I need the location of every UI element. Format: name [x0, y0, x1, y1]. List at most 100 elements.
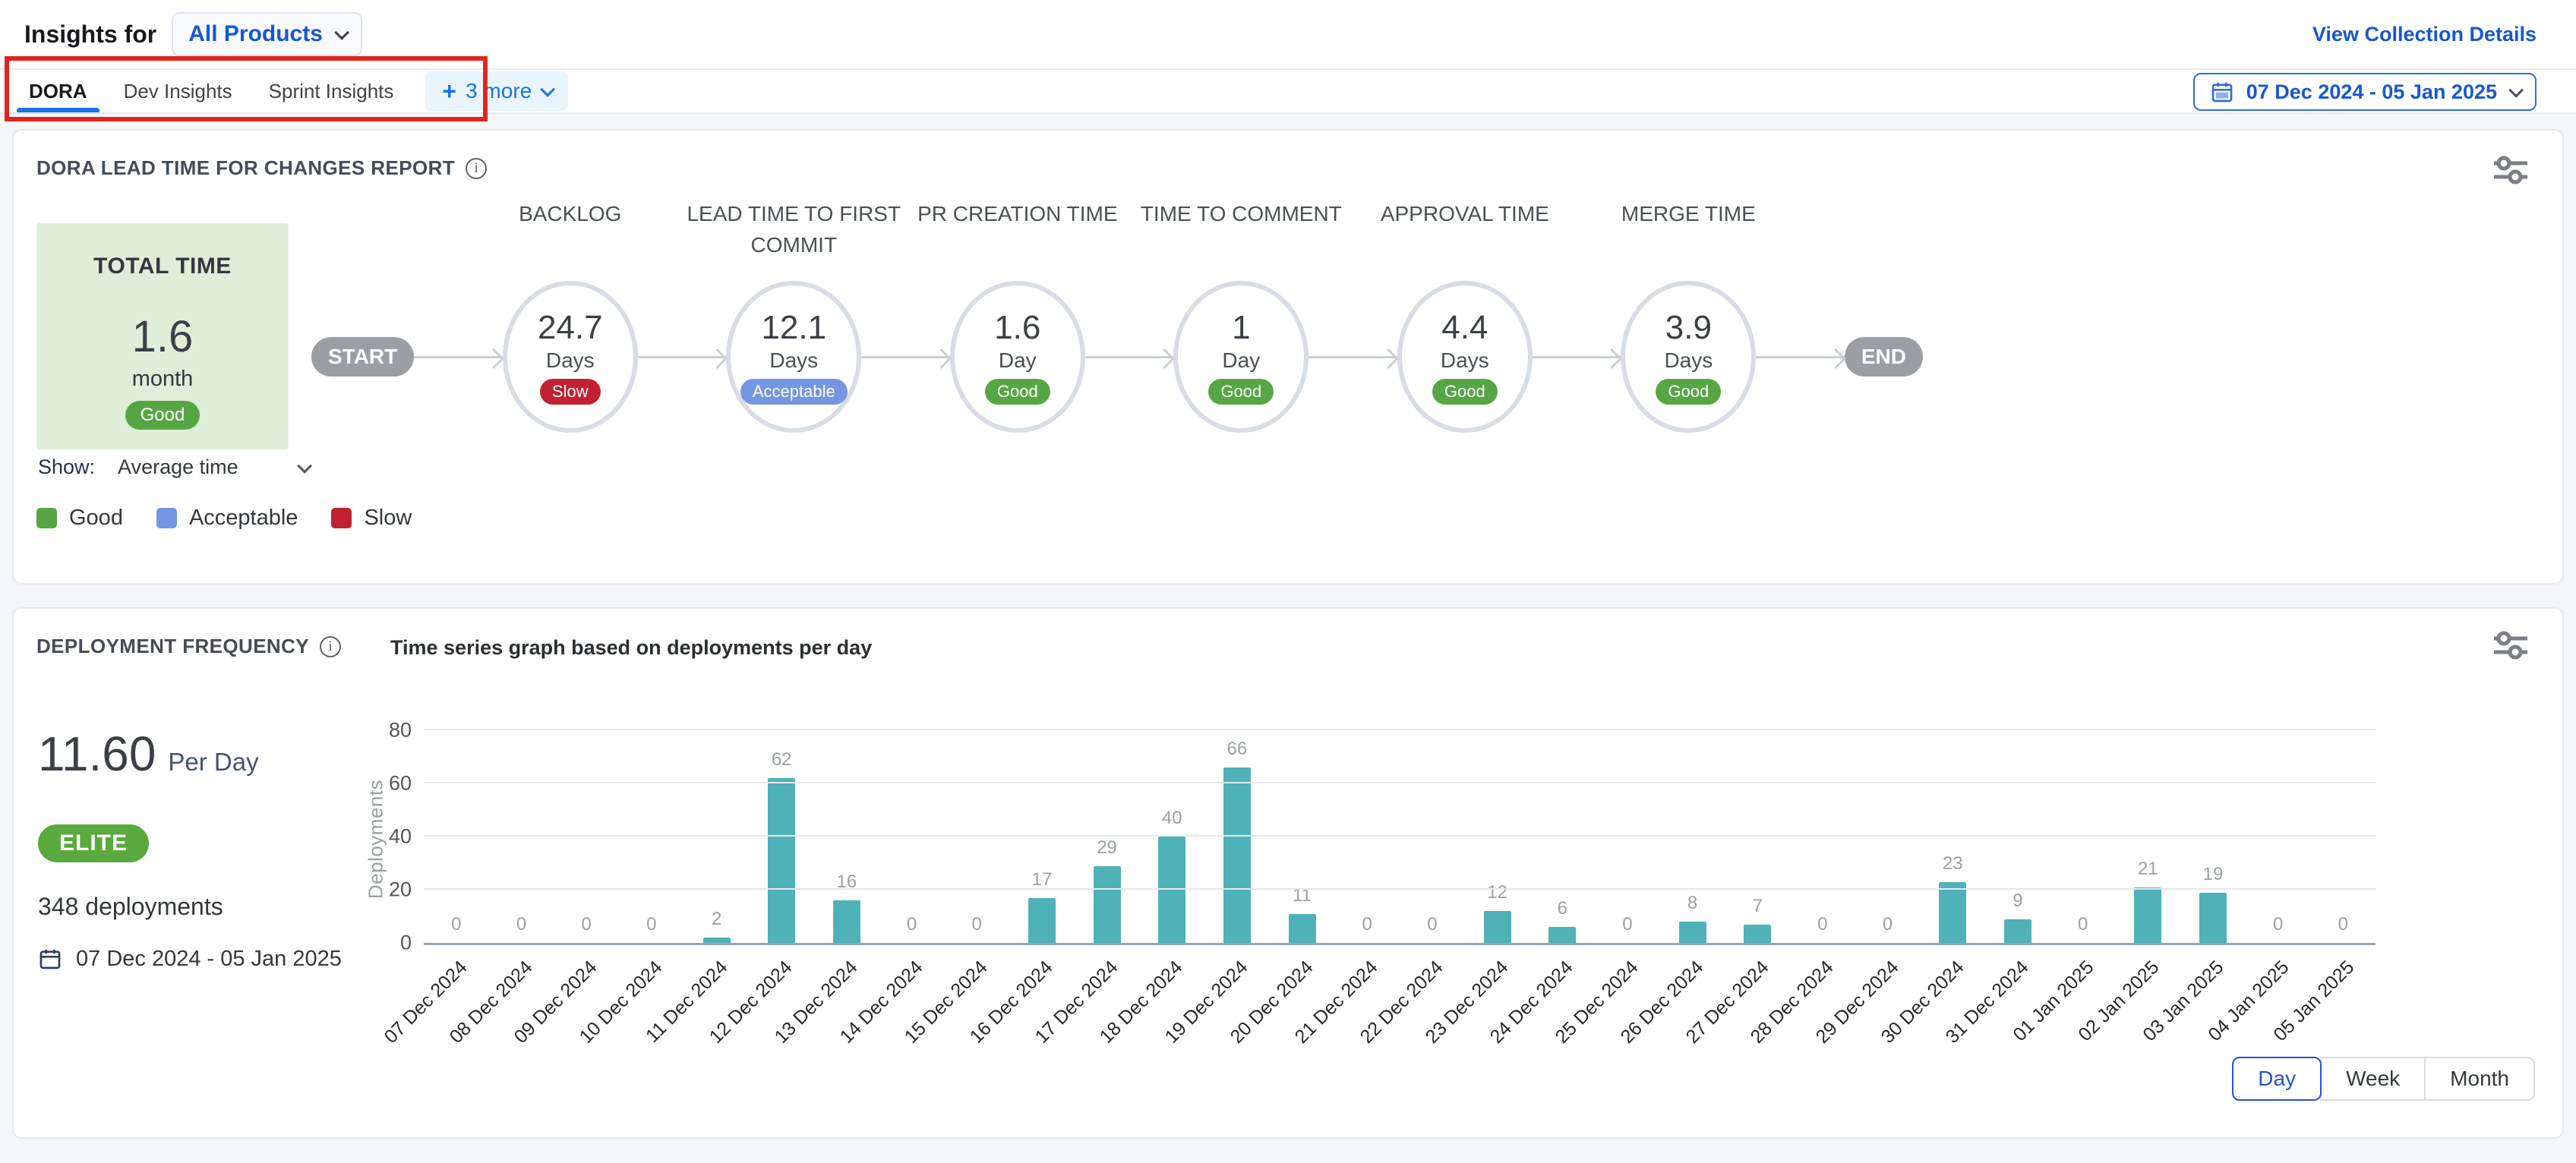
tabs-more-label: 3 more	[466, 79, 532, 103]
granularity-toggle: DayWeekMonth	[2232, 1057, 2535, 1101]
bar	[1484, 911, 1511, 943]
bar-value-label: 12	[1487, 882, 1507, 903]
bar-slot: 1120 Dec 2024	[1270, 733, 1335, 943]
stage-circle: 12.1DaysAcceptable	[726, 281, 861, 433]
bar-value-label: 23	[1943, 853, 1963, 875]
bar-slot: 2330 Dec 2024	[1920, 733, 1985, 943]
stage-unit: Day	[1222, 348, 1260, 373]
y-axis-title: Deployments	[365, 763, 388, 915]
bar-slot: 826 Dec 2024	[1660, 733, 1725, 943]
gridline	[424, 782, 2376, 783]
chart-settings-icon[interactable]	[2491, 153, 2530, 187]
bar	[1028, 898, 1056, 944]
flow-start-pill: START	[311, 337, 414, 377]
bar-value-label: 6	[1558, 898, 1567, 919]
page-title: Insights for	[24, 20, 156, 49]
flow-stage-pr-creation-time: PR CREATION TIME1.6DayGood	[950, 281, 1085, 433]
total-time-value: 1.6	[132, 311, 194, 362]
y-axis-tick: 0	[400, 931, 412, 955]
deployment-title: DEPLOYMENT FREQUENCY	[36, 635, 309, 658]
gridline	[424, 835, 2376, 837]
view-collection-details-link[interactable]: View Collection Details	[2312, 23, 2537, 46]
bar-slot: 007 Dec 2024	[424, 733, 489, 943]
bar-value-label: 0	[581, 914, 591, 935]
bar-slot: 021 Dec 2024	[1334, 733, 1400, 943]
y-axis-tick: 40	[389, 825, 412, 849]
flow-arrow	[1309, 356, 1397, 358]
tab-sprint-insights[interactable]: Sprint Insights	[251, 70, 412, 112]
bar	[2199, 893, 2227, 944]
deployments-bar-chart: Deployments 007 Dec 2024008 Dec 2024009 …	[424, 733, 2376, 945]
stage-value: 1	[1232, 309, 1250, 347]
flow-stage-time-to-comment: TIME TO COMMENT1DayGood	[1173, 281, 1309, 433]
bar-slot: 001 Jan 2025	[2050, 733, 2116, 943]
flow-stage-lead-time-to-first-commit: LEAD TIME TO FIRST COMMIT12.1DaysAccepta…	[726, 281, 861, 433]
chevron-down-icon	[334, 25, 349, 40]
product-selector[interactable]: All Products	[172, 12, 362, 56]
legend-item-acceptable: Acceptable	[156, 506, 298, 531]
bar-value-label: 66	[1227, 739, 1248, 760]
deployment-count: 348 deployments	[38, 893, 223, 921]
bar-slot: 010 Dec 2024	[619, 733, 684, 943]
stage-value: 12.1	[761, 309, 826, 347]
legend-label: Good	[69, 506, 123, 531]
total-time-unit: month	[132, 367, 194, 392]
flow-arrow	[1533, 356, 1621, 358]
flow-arrow	[1085, 356, 1174, 358]
bar-value-label: 0	[972, 914, 982, 935]
granularity-day-button[interactable]: Day	[2232, 1057, 2322, 1101]
flow-end-pill: END	[1845, 337, 1923, 377]
bar-slot: 6619 Dec 2024	[1204, 733, 1270, 943]
y-axis-tick: 60	[389, 772, 412, 796]
tab-dev-insights[interactable]: Dev Insights	[106, 70, 251, 112]
stage-value: 4.4	[1441, 309, 1488, 347]
bar	[1939, 882, 1966, 944]
info-icon[interactable]: i	[320, 636, 341, 657]
bar-value-label: 17	[1032, 869, 1053, 890]
flow-stage-merge-time: MERGE TIME3.9DaysGood	[1621, 281, 1756, 433]
total-time-label: TOTAL TIME	[93, 254, 232, 279]
total-time-status-badge: Good	[125, 401, 200, 430]
tab-dora[interactable]: DORA	[11, 70, 106, 112]
bar	[703, 938, 731, 943]
info-icon[interactable]: i	[466, 158, 487, 179]
stage-circle: 1.6DayGood	[950, 281, 1085, 433]
lead-time-card: DORA LEAD TIME FOR CHANGES REPORT i TOTA…	[12, 129, 2564, 585]
insights-page: Insights for All Products View Collectio…	[0, 0, 2576, 1163]
bar-slot: 014 Dec 2024	[879, 733, 945, 943]
bar-value-label: 0	[516, 914, 526, 935]
product-selector-label: All Products	[188, 21, 323, 47]
bar-value-label: 0	[2338, 914, 2348, 935]
bar-value-label: 7	[1753, 896, 1763, 917]
bar-slot: 022 Dec 2024	[1400, 733, 1465, 943]
bar	[1744, 925, 1771, 944]
bar-value-label: 0	[2273, 914, 2283, 935]
stage-unit: Days	[546, 348, 595, 373]
granularity-month-button[interactable]: Month	[2424, 1057, 2535, 1101]
bar-value-label: 0	[1622, 914, 1632, 935]
show-label: Show:	[38, 455, 95, 479]
date-range-picker[interactable]: 07 Dec 2024 - 05 Jan 2025	[2193, 73, 2537, 111]
show-dropdown[interactable]: Show: Average time	[38, 455, 308, 479]
y-axis-tick: 20	[389, 878, 412, 902]
deployment-rate-value: 11.60	[38, 726, 156, 782]
bar-value-label: 29	[1097, 837, 1117, 859]
stage-value: 24.7	[538, 309, 603, 347]
deployment-rate-unit: Per Day	[168, 748, 258, 777]
tabs-more-button[interactable]: + 3 more	[425, 71, 568, 111]
stage-status-badge: Good	[985, 379, 1050, 405]
bar	[2134, 887, 2161, 944]
bar	[1094, 866, 1121, 944]
legend-swatch	[156, 508, 177, 528]
bar-slot: 005 Jan 2025	[2310, 733, 2376, 943]
bar-slot: 1903 Jan 2025	[2180, 733, 2246, 943]
bar-value-label: 0	[1362, 914, 1372, 935]
granularity-week-button[interactable]: Week	[2320, 1057, 2426, 1101]
bar-slots: 007 Dec 2024008 Dec 2024009 Dec 2024010 …	[424, 733, 2376, 943]
bar-slot: 025 Dec 2024	[1595, 733, 1660, 943]
bar	[1679, 922, 1706, 943]
gridline	[424, 729, 2376, 730]
bar-slot: 004 Jan 2025	[2246, 733, 2311, 943]
deployment-title-row: DEPLOYMENT FREQUENCY i	[36, 635, 341, 658]
chart-settings-icon[interactable]	[2491, 629, 2530, 662]
